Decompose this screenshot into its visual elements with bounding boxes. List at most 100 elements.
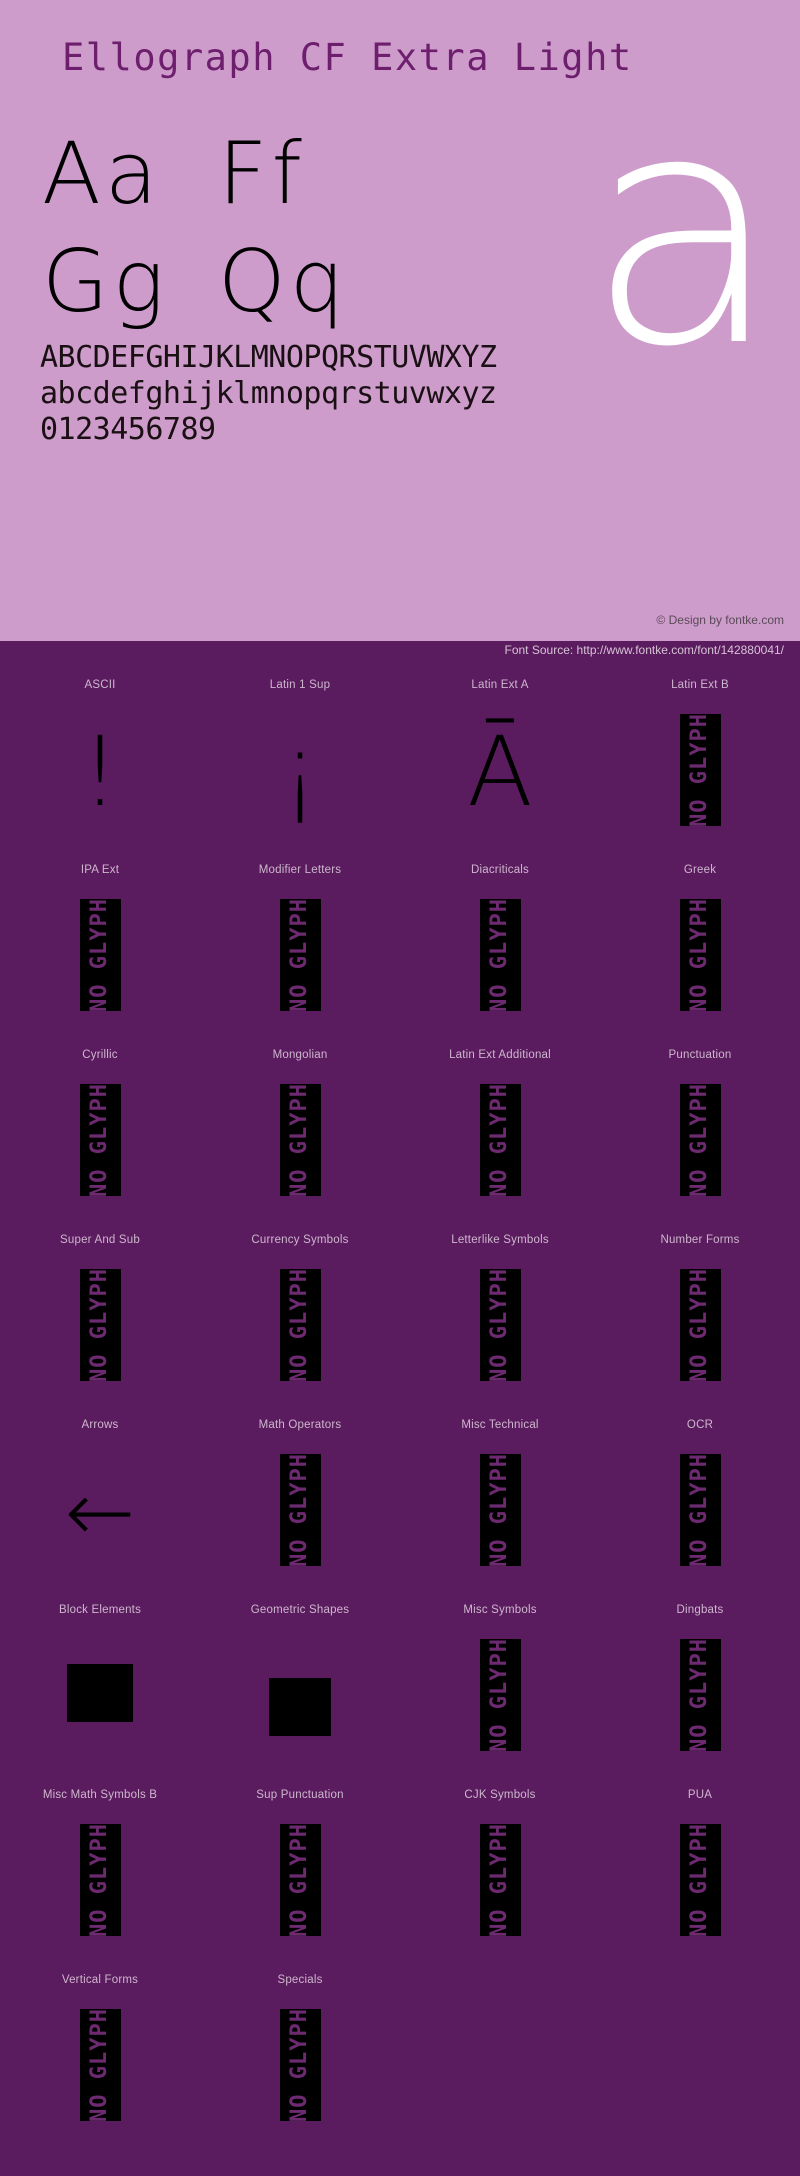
unicode-block-glyph-area: NO GLYPH — [200, 1253, 400, 1408]
unicode-block-label: OCR — [686, 1419, 714, 1431]
no-glyph-badge: NO GLYPH — [279, 1267, 321, 1382]
unicode-block-glyph-area: NO GLYPH — [600, 1253, 800, 1408]
unicode-block-label: Misc Math Symbols B — [42, 1789, 158, 1801]
unicode-block-cell[interactable]: Currency Symbols NO GLYPH — [200, 1227, 400, 1412]
unicode-block-cell[interactable]: Arrows ← — [0, 1412, 200, 1597]
unicode-block-row: Super And Sub NO GLYPH Currency Symbols NO … — [0, 1227, 800, 1412]
uppercase-alphabet-line: ABCDEFGHIJKLMNOPQRSTUVWXYZ — [40, 340, 497, 375]
unicode-block-cell[interactable]: Punctuation NO GLYPH — [600, 1042, 800, 1227]
no-glyph-badge: NO GLYPH — [79, 2007, 121, 2122]
no-glyph-label: NO GLYPH — [487, 1267, 512, 1382]
unicode-block-row: Vertical Forms NO GLYPH Specials NO GLYPH — [0, 1967, 800, 2152]
no-glyph-label: NO GLYPH — [87, 1822, 112, 1937]
unicode-block-cell[interactable]: Misc Symbols NO GLYPH — [400, 1597, 600, 1782]
no-glyph-label: NO GLYPH — [287, 1267, 312, 1382]
unicode-block-label: Diacriticals — [471, 864, 529, 876]
unicode-block-glyph-area — [0, 1623, 200, 1778]
lowercase-alphabet-line: abcdefghijklmnopqrstuvwxyz — [40, 376, 497, 411]
unicode-block-label: Vertical Forms — [61, 1974, 139, 1986]
unicode-block-cell[interactable]: Latin Ext B NO GLYPH — [600, 672, 800, 857]
unicode-block-cell[interactable]: Geometric Shapes — [200, 1597, 400, 1782]
unicode-block-cell[interactable]: Modifier Letters NO GLYPH — [200, 857, 400, 1042]
no-glyph-badge: NO GLYPH — [279, 1823, 321, 1936]
no-glyph-label: NO GLYPH — [87, 1267, 112, 1382]
no-glyph-label: NO GLYPH — [87, 2007, 112, 2122]
unicode-block-cell[interactable]: Number Forms NO GLYPH — [600, 1227, 800, 1412]
unicode-block-glyph-area: NO GLYPH — [400, 883, 600, 1038]
unicode-block-glyph-area: NO GLYPH — [600, 1068, 800, 1223]
no-glyph-label: NO GLYPH — [487, 897, 512, 1012]
unicode-block-label: Punctuation — [668, 1049, 732, 1061]
unicode-block-label: IPA Ext — [80, 864, 120, 876]
no-glyph-badge: NO GLYPH — [479, 1083, 521, 1196]
unicode-block-cell[interactable]: Specials NO GLYPH — [200, 1967, 400, 2152]
unicode-block-cell[interactable]: Diacriticals NO GLYPH — [400, 857, 600, 1042]
unicode-block-cell[interactable]: Latin Ext Additional NO GLYPH — [400, 1042, 600, 1227]
no-glyph-badge: NO GLYPH — [279, 897, 321, 1012]
no-glyph-label: NO GLYPH — [287, 897, 312, 1012]
letter-pair-grid: Aa Ff Gg Qq — [42, 120, 394, 336]
glyph-sample: Ā — [467, 715, 533, 828]
font-source-url[interactable]: Font Source: http://www.fontke.com/font/… — [505, 643, 785, 657]
unicode-block-glyph-area: NO GLYPH — [400, 1438, 600, 1593]
unicode-block-cell[interactable]: Super And Sub NO GLYPH — [0, 1227, 200, 1412]
unicode-block-glyph-area — [200, 1623, 400, 1778]
unicode-block-label: Number Forms — [660, 1234, 740, 1246]
watermark-glyph: a — [585, 45, 782, 417]
unicode-block-row: IPA Ext NO GLYPH Modifier Letters NO GLYPH D… — [0, 857, 800, 1042]
unicode-block-glyph-area: NO GLYPH — [600, 1623, 800, 1778]
unicode-block-cell[interactable]: Vertical Forms NO GLYPH — [0, 1967, 200, 2152]
no-glyph-badge: NO GLYPH — [79, 1822, 121, 1937]
no-glyph-badge: NO GLYPH — [679, 1268, 721, 1381]
no-glyph-badge: NO GLYPH — [679, 1822, 721, 1937]
unicode-block-cell[interactable]: Misc Technical NO GLYPH — [400, 1412, 600, 1597]
unicode-block-glyph-area: ! — [0, 698, 200, 853]
unicode-block-label: Letterlike Symbols — [451, 1234, 549, 1246]
unicode-block-cell[interactable]: Dingbats NO GLYPH — [600, 1597, 800, 1782]
no-glyph-label: NO GLYPH — [287, 1452, 312, 1567]
unicode-block-glyph-area: NO GLYPH — [0, 1993, 200, 2148]
no-glyph-label: NO GLYPH — [87, 897, 112, 1012]
no-glyph-badge: NO GLYPH — [479, 897, 521, 1012]
no-glyph-label: NO GLYPH — [687, 1822, 712, 1937]
no-glyph-badge: NO GLYPH — [679, 898, 721, 1011]
unicode-block-label: Latin 1 Sup — [269, 679, 331, 691]
unicode-block-cell[interactable]: Letterlike Symbols NO GLYPH — [400, 1227, 600, 1412]
unicode-block-glyph-area: NO GLYPH — [200, 1438, 400, 1593]
unicode-block-cell[interactable]: Greek NO GLYPH — [600, 857, 800, 1042]
unicode-block-label: CJK Symbols — [464, 1789, 536, 1801]
numerals-line: 0123456789 — [40, 412, 216, 447]
unicode-block-cell[interactable]: ASCII! — [0, 672, 200, 857]
unicode-block-cell[interactable]: IPA Ext NO GLYPH — [0, 857, 200, 1042]
unicode-block-cell[interactable]: Misc Math Symbols B NO GLYPH — [0, 1782, 200, 1967]
unicode-block-cell[interactable]: Math Operators NO GLYPH — [200, 1412, 400, 1597]
no-glyph-badge: NO GLYPH — [479, 1823, 521, 1936]
unicode-block-cell[interactable]: PUA NO GLYPH — [600, 1782, 800, 1967]
unicode-block-cell[interactable]: Block Elements — [0, 1597, 200, 1782]
glyph-sample-shape — [67, 1663, 133, 1722]
unicode-block-label: Math Operators — [258, 1419, 342, 1431]
unicode-block-cell[interactable]: Sup Punctuation NO GLYPH — [200, 1782, 400, 1967]
glyph-sample-shape — [269, 1677, 331, 1736]
unicode-block-label: Geometric Shapes — [250, 1604, 350, 1616]
unicode-block-glyph-area: NO GLYPH — [0, 1808, 200, 1963]
unicode-block-cell — [400, 1967, 600, 2152]
unicode-block-cell[interactable]: Mongolian NO GLYPH — [200, 1042, 400, 1227]
unicode-block-glyph-area: NO GLYPH — [200, 1808, 400, 1963]
no-glyph-label: NO GLYPH — [687, 1637, 712, 1752]
unicode-block-cell[interactable]: CJK Symbols NO GLYPH — [400, 1782, 600, 1967]
unicode-block-cell[interactable]: Latin 1 Sup ¡ — [200, 672, 400, 857]
no-glyph-badge: NO GLYPH — [279, 1452, 321, 1567]
unicode-block-cell[interactable]: Latin Ext A Ā — [400, 672, 600, 857]
no-glyph-label: NO GLYPH — [287, 2007, 312, 2122]
no-glyph-label: NO GLYPH — [87, 1082, 112, 1197]
unicode-block-glyph-area: NO GLYPH — [200, 1993, 400, 2148]
unicode-block-cell[interactable]: Cyrillic NO GLYPH — [0, 1042, 200, 1227]
no-glyph-badge: NO GLYPH — [79, 1082, 121, 1197]
unicode-block-label: Arrows — [81, 1419, 119, 1431]
glyph-sample: ! — [80, 715, 120, 828]
unicode-block-cell[interactable]: OCR NO GLYPH — [600, 1412, 800, 1597]
no-glyph-label: NO GLYPH — [487, 1452, 512, 1567]
unicode-block-cell — [600, 1967, 800, 2152]
unicode-block-glyph-area: NO GLYPH — [400, 1623, 600, 1778]
